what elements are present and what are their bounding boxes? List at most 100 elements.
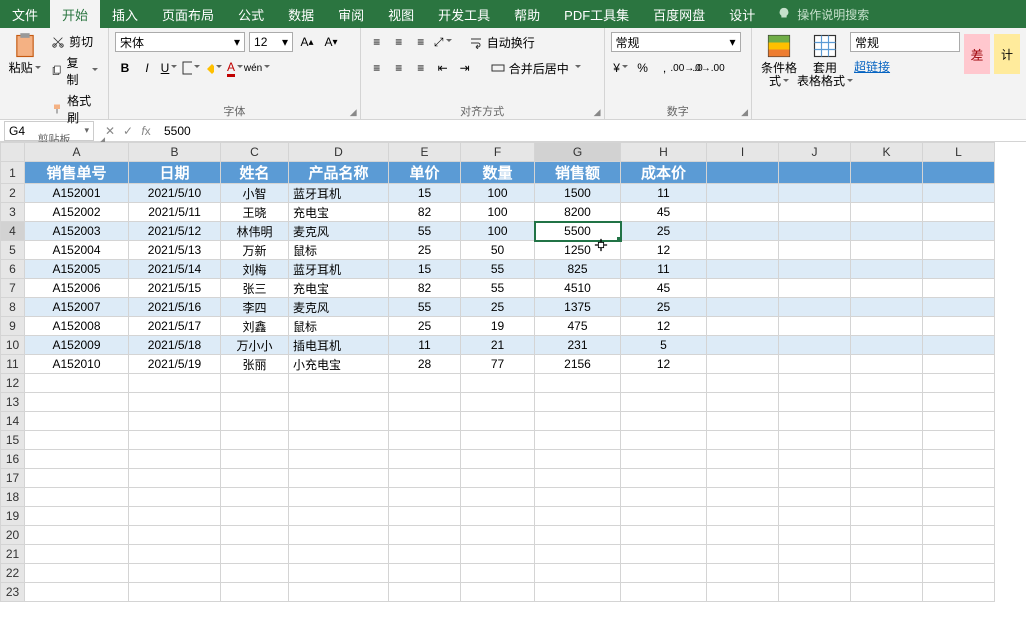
cell-I7[interactable]	[707, 279, 779, 298]
tell-me-search[interactable]: 操作说明搜索	[767, 0, 879, 28]
cell-L5[interactable]	[923, 241, 995, 260]
cell-C11[interactable]: 张丽	[221, 355, 289, 374]
row-header-19[interactable]: 19	[1, 507, 25, 526]
tab-公式[interactable]: 公式	[226, 0, 276, 28]
cell-E2[interactable]: 15	[389, 184, 461, 203]
cell-J18[interactable]	[779, 488, 851, 507]
align-right-button[interactable]: ≡	[411, 58, 431, 78]
cell-A19[interactable]	[25, 507, 129, 526]
cell-D14[interactable]	[289, 412, 389, 431]
cell-E4[interactable]: 55	[389, 222, 461, 241]
cell-C12[interactable]	[221, 374, 289, 393]
cell-H6[interactable]: 11	[621, 260, 707, 279]
increase-font-button[interactable]: A▴	[297, 32, 317, 52]
dialog-launcher-icon[interactable]: ◢	[741, 107, 748, 118]
cell-K21[interactable]	[851, 545, 923, 564]
cell-A21[interactable]	[25, 545, 129, 564]
merge-center-button[interactable]: 合并后居中	[487, 59, 585, 78]
cell-A6[interactable]: A152005	[25, 260, 129, 279]
row-header-23[interactable]: 23	[1, 583, 25, 602]
row-header-11[interactable]: 11	[1, 355, 25, 374]
align-center-button[interactable]: ≡	[389, 58, 409, 78]
cell-F18[interactable]	[461, 488, 535, 507]
cell-I1[interactable]	[707, 162, 779, 184]
cell-J10[interactable]	[779, 336, 851, 355]
cell-D10[interactable]: 插电耳机	[289, 336, 389, 355]
cell-C4[interactable]: 林伟明	[221, 222, 289, 241]
cell-F12[interactable]	[461, 374, 535, 393]
cell-J17[interactable]	[779, 469, 851, 488]
cell-G22[interactable]	[535, 564, 621, 583]
cell-L18[interactable]	[923, 488, 995, 507]
cell-B8[interactable]: 2021/5/16	[129, 298, 221, 317]
cell-B10[interactable]: 2021/5/18	[129, 336, 221, 355]
cell-I18[interactable]	[707, 488, 779, 507]
cell-F15[interactable]	[461, 431, 535, 450]
bold-button[interactable]: B	[115, 58, 135, 78]
cell-K1[interactable]	[851, 162, 923, 184]
cell-F7[interactable]: 55	[461, 279, 535, 298]
cell-E14[interactable]	[389, 412, 461, 431]
tab-视图[interactable]: 视图	[376, 0, 426, 28]
cell-K23[interactable]	[851, 583, 923, 602]
cell-G13[interactable]	[535, 393, 621, 412]
cell-L8[interactable]	[923, 298, 995, 317]
italic-button[interactable]: I	[137, 58, 157, 78]
cell-I17[interactable]	[707, 469, 779, 488]
cell-B14[interactable]	[129, 412, 221, 431]
cell-K12[interactable]	[851, 374, 923, 393]
tab-百度网盘[interactable]: 百度网盘	[641, 0, 717, 28]
cell-L20[interactable]	[923, 526, 995, 545]
row-header-22[interactable]: 22	[1, 564, 25, 583]
cell-F20[interactable]	[461, 526, 535, 545]
cell-H21[interactable]	[621, 545, 707, 564]
cell-K7[interactable]	[851, 279, 923, 298]
cell-G10[interactable]: 231	[535, 336, 621, 355]
cell-D12[interactable]	[289, 374, 389, 393]
cell-F9[interactable]: 19	[461, 317, 535, 336]
select-all-corner[interactable]	[1, 143, 25, 162]
format-as-table-button[interactable]: 套用 表格格式	[804, 32, 846, 88]
cell-J15[interactable]	[779, 431, 851, 450]
cell-J19[interactable]	[779, 507, 851, 526]
row-header-5[interactable]: 5	[1, 241, 25, 260]
row-header-18[interactable]: 18	[1, 488, 25, 507]
cell-D13[interactable]	[289, 393, 389, 412]
cell-E13[interactable]	[389, 393, 461, 412]
cell-G17[interactable]	[535, 469, 621, 488]
cell-G20[interactable]	[535, 526, 621, 545]
row-header-6[interactable]: 6	[1, 260, 25, 279]
cell-style-normal[interactable]: 常规	[850, 32, 960, 52]
cell-E15[interactable]	[389, 431, 461, 450]
cell-D15[interactable]	[289, 431, 389, 450]
cell-H15[interactable]	[621, 431, 707, 450]
cell-E7[interactable]: 82	[389, 279, 461, 298]
cell-K8[interactable]	[851, 298, 923, 317]
cell-C23[interactable]	[221, 583, 289, 602]
cell-E3[interactable]: 82	[389, 203, 461, 222]
cell-I14[interactable]	[707, 412, 779, 431]
col-header-H[interactable]: H	[621, 143, 707, 162]
decrease-font-button[interactable]: A▾	[321, 32, 341, 52]
cell-D5[interactable]: 鼠标	[289, 241, 389, 260]
cell-C22[interactable]	[221, 564, 289, 583]
cell-A22[interactable]	[25, 564, 129, 583]
cell-A10[interactable]: A152009	[25, 336, 129, 355]
cell-H2[interactable]: 11	[621, 184, 707, 203]
cell-L14[interactable]	[923, 412, 995, 431]
cell-J16[interactable]	[779, 450, 851, 469]
tab-审阅[interactable]: 审阅	[326, 0, 376, 28]
font-color-button[interactable]: A	[225, 58, 245, 78]
cell-L10[interactable]	[923, 336, 995, 355]
tab-开发工具[interactable]: 开发工具	[426, 0, 502, 28]
cell-H16[interactable]	[621, 450, 707, 469]
cell-C9[interactable]: 刘鑫	[221, 317, 289, 336]
cell-B21[interactable]	[129, 545, 221, 564]
font-name-combo[interactable]: 宋体▾	[115, 32, 245, 52]
cell-L22[interactable]	[923, 564, 995, 583]
row-header-21[interactable]: 21	[1, 545, 25, 564]
cell-E1[interactable]: 单价	[389, 162, 461, 184]
cell-G1[interactable]: 销售额	[535, 162, 621, 184]
row-header-2[interactable]: 2	[1, 184, 25, 203]
cell-H17[interactable]	[621, 469, 707, 488]
